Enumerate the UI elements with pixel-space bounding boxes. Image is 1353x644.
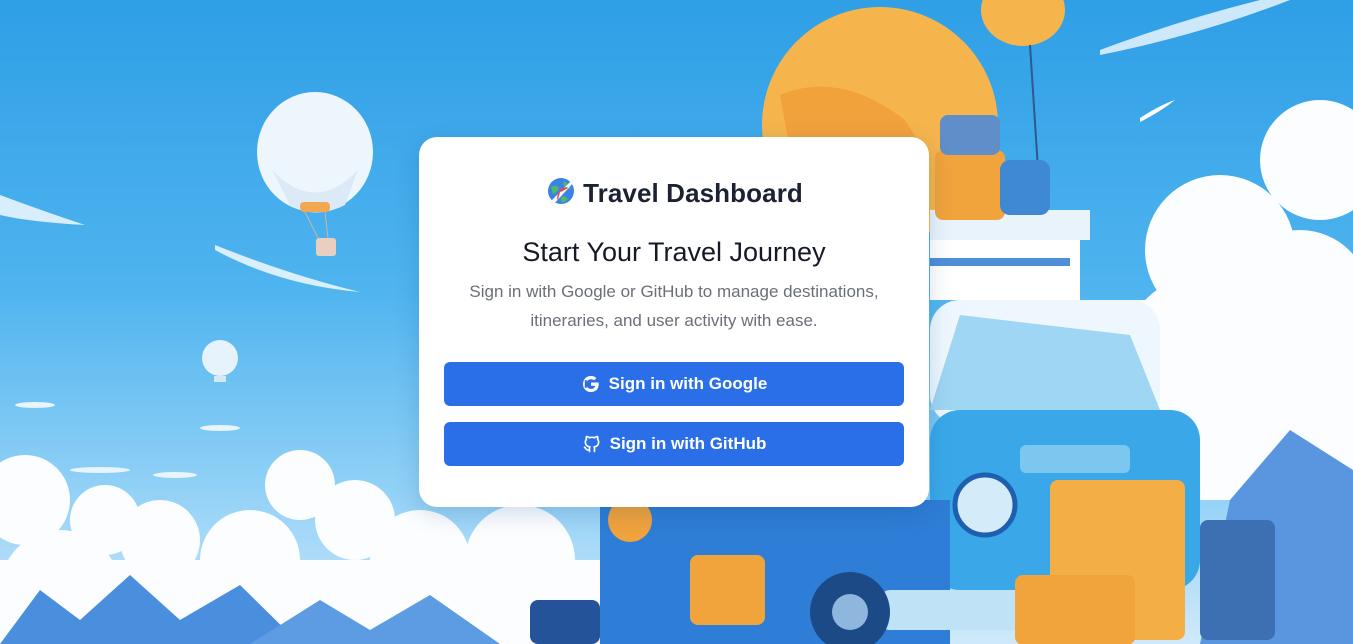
google-icon: [581, 374, 601, 394]
login-card: Travel Dashboard Start Your Travel Journ…: [419, 137, 929, 507]
page-description: Sign in with Google or GitHub to manage …: [469, 282, 879, 330]
sign-in-github-label: Sign in with GitHub: [609, 434, 767, 453]
sign-in-google-label: Sign in with Google: [608, 374, 768, 393]
github-icon: [582, 434, 602, 454]
login-page: Travel Dashboard Start Your Travel Journ…: [0, 0, 1353, 644]
sign-in-google-button[interactable]: Sign in with Google: [444, 362, 904, 406]
app-title: Travel Dashboard: [583, 178, 803, 208]
brand: Travel Dashboard: [419, 175, 929, 212]
page-heading: Start Your Travel Journey: [522, 237, 826, 267]
hot-air-balloon-large: [257, 92, 373, 256]
sign-in-github-button[interactable]: Sign in with GitHub: [444, 422, 904, 466]
airplane-globe-icon: [545, 175, 577, 212]
